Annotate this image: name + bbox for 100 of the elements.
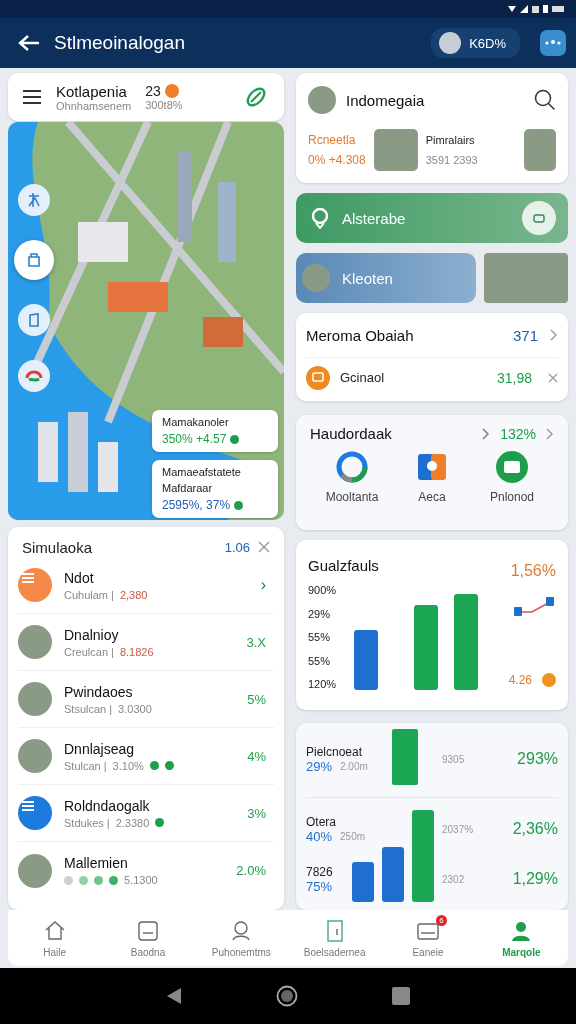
close-icon bbox=[548, 372, 558, 383]
pencil-icon bbox=[244, 85, 268, 109]
bar bbox=[382, 847, 404, 902]
list-item[interactable]: Dnalnioy Creulcan | 8.1826 3.X bbox=[18, 614, 274, 671]
item-label: Stdukes | bbox=[64, 816, 110, 829]
item-value: 3.0300 bbox=[118, 702, 152, 715]
item-value: 8.1826 bbox=[119, 645, 154, 658]
feature-value: 3591 2393 bbox=[425, 153, 479, 168]
search-icon bbox=[534, 89, 556, 111]
back-button[interactable] bbox=[18, 34, 40, 52]
photo-placeholder bbox=[18, 625, 52, 659]
bar bbox=[354, 630, 378, 690]
shortcut-button[interactable]: Pnlonod bbox=[474, 450, 550, 504]
section-title: Haudordaak bbox=[310, 425, 393, 442]
photo-placeholder bbox=[524, 129, 556, 171]
axis-label: 900% bbox=[308, 584, 338, 596]
list-item[interactable]: Ndot Cuhulam | 2,380 › bbox=[18, 557, 274, 614]
nav-tab[interactable]: Baodna bbox=[101, 918, 195, 958]
shortcut-button[interactable]: Aeca bbox=[394, 450, 470, 504]
stat-note: 2302 bbox=[442, 873, 466, 885]
close-button[interactable] bbox=[258, 541, 270, 553]
info-title: Mamakanoler bbox=[162, 416, 230, 428]
back-button[interactable] bbox=[166, 987, 182, 1005]
chart-title: Gualzfauls bbox=[308, 556, 380, 574]
count-subtext: 300t8% bbox=[145, 99, 183, 111]
feature-title: Pimralairs bbox=[425, 133, 476, 148]
stat-change: 1,29% bbox=[511, 870, 558, 888]
item-title: Gcinaol bbox=[340, 370, 386, 385]
status-dot bbox=[230, 434, 240, 444]
stat-percent: 75% bbox=[306, 878, 333, 894]
stat-amount: 250m bbox=[340, 830, 366, 842]
close-icon bbox=[258, 541, 270, 553]
message-icon bbox=[312, 371, 324, 384]
search-button[interactable] bbox=[534, 89, 556, 111]
status-dot bbox=[234, 500, 244, 510]
circle-icon bbox=[276, 985, 298, 1007]
app-title: Stlmeoinalogan bbox=[54, 32, 185, 54]
stat-note: 2037% bbox=[442, 823, 475, 835]
avatar bbox=[302, 264, 330, 292]
stat-change: 2,36% bbox=[511, 820, 558, 838]
item-title: Roldndaogalk bbox=[64, 797, 151, 814]
chevron-right-icon bbox=[482, 427, 491, 440]
stat-title: Otera bbox=[306, 814, 337, 829]
info-subtitle: Mafdaraar bbox=[162, 482, 214, 494]
nav-tab[interactable]: Boelsadernea bbox=[288, 918, 382, 958]
item-title: Dnalnioy bbox=[64, 626, 120, 643]
item-title: Ndot bbox=[64, 569, 95, 586]
banner-title: Kleoten bbox=[342, 269, 393, 287]
list-item[interactable]: Dnnlajseag Stulcan | 3.10% 4% bbox=[18, 728, 274, 785]
stat-title: 7826 bbox=[306, 864, 334, 879]
stat-title: Pielcnoeat bbox=[306, 744, 364, 759]
home-button[interactable] bbox=[276, 985, 298, 1007]
bar-icon bbox=[392, 729, 418, 785]
location-pin-icon bbox=[310, 207, 330, 229]
item-trail: 5% bbox=[247, 691, 266, 707]
item-trail: 3.X bbox=[246, 634, 266, 650]
list-count: 1.06 bbox=[224, 539, 250, 555]
circle-button[interactable] bbox=[522, 201, 556, 235]
card-title: Indomegaia bbox=[346, 91, 426, 109]
chevron-right-icon bbox=[546, 427, 554, 440]
photo-placeholder bbox=[18, 853, 52, 888]
info-value: 350% +4.57 bbox=[162, 432, 227, 446]
photo-placeholder bbox=[18, 682, 52, 716]
stat-change: 293% bbox=[516, 750, 558, 768]
status-dot bbox=[164, 84, 179, 98]
item-label: Stulcan | bbox=[64, 759, 107, 772]
axis-label: 55% bbox=[308, 631, 332, 643]
nav-tab[interactable]: Haile bbox=[8, 918, 102, 958]
avatar bbox=[308, 86, 336, 114]
nav-tab[interactable]: Marqole bbox=[474, 918, 568, 958]
stat-percent: 29% bbox=[306, 758, 333, 774]
count-text: 23 bbox=[145, 83, 161, 99]
chart-value: 1,56% bbox=[510, 562, 556, 580]
notification-badge: 6 bbox=[435, 914, 447, 926]
edit-button[interactable] bbox=[244, 85, 268, 109]
item-trail: 2.0% bbox=[236, 863, 266, 878]
nav-tab[interactable]: Puhonemtms bbox=[194, 918, 288, 958]
item-label: Stsulcan | bbox=[64, 702, 113, 715]
item-value: 2.3380 bbox=[115, 816, 150, 829]
shortcut-button[interactable]: Mooltanta bbox=[314, 450, 390, 504]
menu-button[interactable] bbox=[22, 89, 42, 105]
avatar bbox=[439, 32, 462, 54]
chart-footer: 4.26 bbox=[508, 670, 532, 690]
list-item[interactable]: Mallemien 5.1300 2.0% bbox=[18, 842, 274, 899]
item-value: 5.1300 bbox=[124, 874, 158, 886]
list-item[interactable]: Pwindaoes Stsulcan | 3.0300 5% bbox=[18, 671, 274, 728]
photo-placeholder bbox=[18, 739, 52, 773]
list-item[interactable]: Roldndaogalk Stdukes | 2.3380 3% bbox=[18, 785, 274, 842]
profile-chip[interactable]: K6D% bbox=[431, 28, 520, 58]
item-value: 3.10% bbox=[112, 759, 144, 772]
item-trail: 3% bbox=[247, 805, 266, 821]
chip-value: K6D% bbox=[469, 35, 506, 51]
banner-title: Alsterabe bbox=[342, 209, 406, 227]
menu-button[interactable] bbox=[540, 30, 566, 56]
axis-label: 120% bbox=[308, 678, 338, 690]
stat-value: 0% +4.308 bbox=[308, 152, 366, 169]
item-title: Pwindaoes bbox=[64, 683, 134, 700]
list-item[interactable]: Gcinaol 31,98 bbox=[306, 357, 558, 397]
stat-amount: 2.00m bbox=[340, 760, 368, 772]
item-title: Mallemien bbox=[64, 855, 129, 871]
